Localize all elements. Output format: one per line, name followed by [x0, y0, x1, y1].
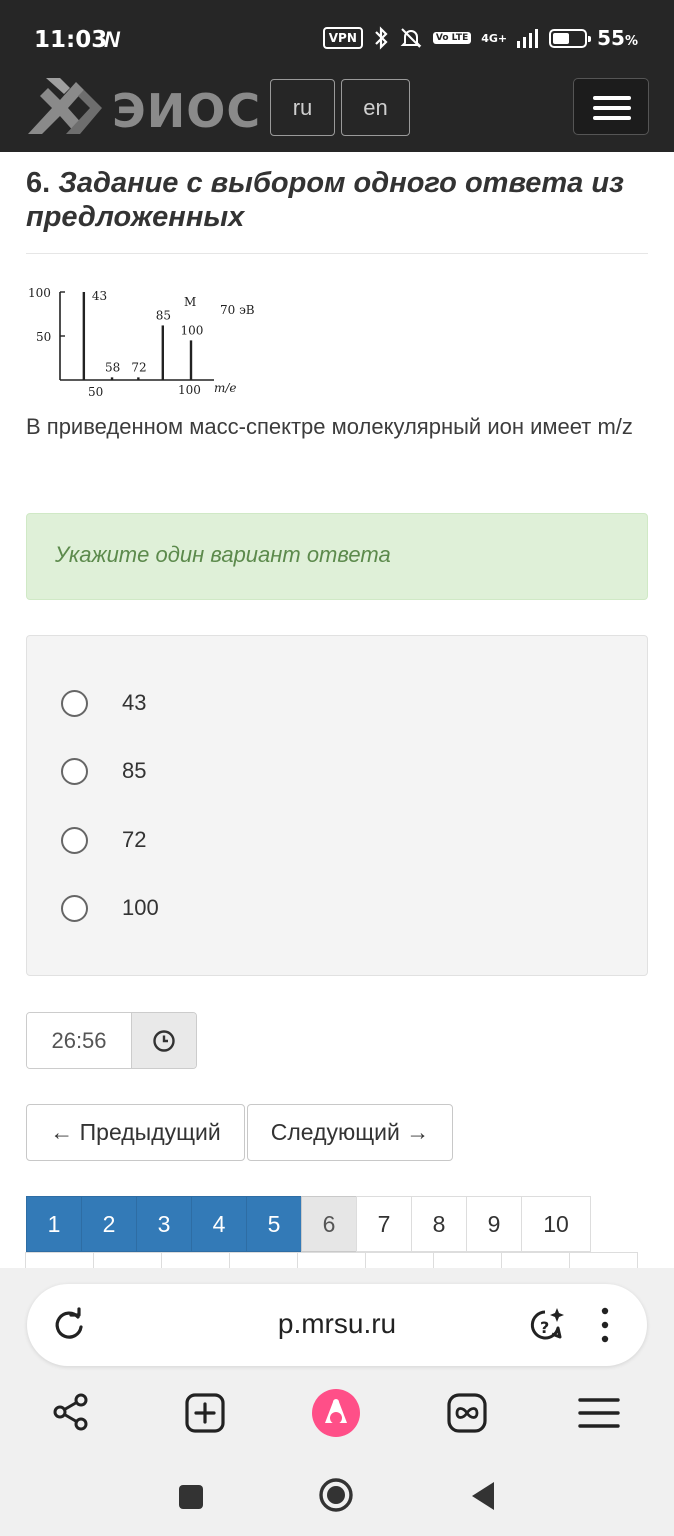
- x-tick-50: 50: [88, 385, 103, 399]
- peak-label-72: 72: [131, 360, 146, 374]
- browser-menu-icon[interactable]: [578, 1396, 620, 1430]
- menu-line: [593, 96, 631, 100]
- peak-label-43: 43: [92, 289, 107, 303]
- home-icon[interactable]: [318, 1477, 354, 1513]
- svg-text:?: ?: [540, 1318, 549, 1337]
- system-nav-bar: [0, 1456, 674, 1536]
- page-button-8[interactable]: 8: [411, 1196, 467, 1252]
- page-button-7[interactable]: 7: [356, 1196, 412, 1252]
- peak-label-85: 85: [156, 308, 171, 322]
- recent-apps-icon[interactable]: [177, 1483, 205, 1511]
- share-icon[interactable]: [51, 1392, 91, 1432]
- browser-toolbar: p.mrsu.ru ?: [0, 1268, 674, 1456]
- timer-value: 26:56: [27, 1013, 131, 1068]
- battery-percent: 55%: [597, 26, 638, 50]
- new-tab-icon[interactable]: [184, 1392, 226, 1434]
- timer: 26:56: [26, 1012, 197, 1069]
- alice-assistant-icon[interactable]: [311, 1388, 361, 1438]
- answer-option[interactable]: 72: [61, 820, 146, 860]
- peak-label-100: 100: [181, 323, 204, 337]
- bluetooth-icon: [375, 26, 388, 50]
- question-pagination: 1 2 3 4 5 6 7 8 9 10: [26, 1196, 591, 1252]
- ai-chat-icon[interactable]: ?: [527, 1306, 567, 1346]
- status-icons: VPN Vo LTE 4G+ 55%: [322, 26, 638, 50]
- clock-button[interactable]: [131, 1013, 196, 1068]
- question-text: В приведенном масс-спектре молекулярный …: [26, 414, 633, 439]
- answer-option[interactable]: 43: [61, 683, 146, 723]
- mass-spectrum-image: 100 50 50 100 m/e 70 эВ M 43 58 72 85 100: [28, 286, 255, 399]
- page-button-4[interactable]: 4: [191, 1196, 247, 1252]
- answer-label: 72: [122, 827, 147, 852]
- tabs-infinity-icon[interactable]: [446, 1392, 488, 1434]
- answer-hint: Укажите один вариант ответа: [26, 513, 648, 600]
- address-bar[interactable]: p.mrsu.ru ?: [27, 1284, 647, 1366]
- eios-logo-icon: [28, 78, 102, 134]
- app-header: 11:03 N VPN Vo LTE 4G+ 55% ЭИОС ru en: [0, 0, 674, 152]
- signal-icon: [517, 29, 539, 48]
- page-button-3[interactable]: 3: [136, 1196, 192, 1252]
- page-button-1[interactable]: 1: [26, 1196, 82, 1252]
- volte-icon: Vo LTE: [432, 32, 472, 44]
- status-time: 11:03: [34, 27, 108, 53]
- brand-name: ЭИОС: [112, 84, 262, 138]
- nfc-icon: N: [104, 27, 120, 52]
- answer-option[interactable]: 100: [61, 888, 159, 928]
- hamburger-menu-button[interactable]: [573, 78, 649, 135]
- page-button-2[interactable]: 2: [81, 1196, 137, 1252]
- answer-option[interactable]: 85: [61, 751, 146, 791]
- more-options-icon[interactable]: [597, 1306, 613, 1344]
- answer-label: 100: [122, 895, 159, 920]
- answer-options: 43 85 72 100: [26, 635, 648, 976]
- menu-line: [593, 106, 631, 110]
- answer-label: 85: [122, 758, 147, 783]
- radio-button[interactable]: [61, 689, 88, 717]
- page-button-6[interactable]: 6: [301, 1196, 357, 1252]
- network-type: 4G+: [481, 31, 508, 45]
- status-bar: 11:03 N VPN Vo LTE 4G+ 55%: [0, 0, 674, 80]
- energy-label: 70 эВ: [220, 303, 255, 317]
- language-ru-button[interactable]: ru: [270, 79, 335, 136]
- x-tick-100: 100: [178, 383, 201, 397]
- battery-icon: [549, 28, 592, 48]
- menu-line: [593, 116, 631, 120]
- clock-icon: [153, 1029, 175, 1052]
- question-type: Задание с выбором одного ответа из предл…: [26, 167, 624, 233]
- divider: [26, 253, 648, 254]
- radio-button[interactable]: [61, 757, 88, 785]
- page-button-9[interactable]: 9: [466, 1196, 522, 1252]
- language-en-button[interactable]: en: [341, 79, 410, 136]
- peak-label-58: 58: [105, 360, 120, 374]
- previous-button[interactable]: ← Предыдущий: [26, 1104, 245, 1161]
- molecular-ion-marker: M: [184, 295, 196, 309]
- page-button-5[interactable]: 5: [246, 1196, 302, 1252]
- answer-label: 43: [122, 690, 147, 715]
- y-tick-50: 50: [36, 330, 51, 344]
- radio-button[interactable]: [61, 894, 88, 922]
- radio-button[interactable]: [61, 826, 88, 854]
- back-icon[interactable]: [468, 1480, 498, 1512]
- y-tick-100: 100: [28, 286, 51, 300]
- vpn-icon: VPN: [322, 27, 363, 49]
- next-button[interactable]: Следующий →: [247, 1104, 453, 1161]
- question-number: 6.: [26, 167, 51, 199]
- x-axis-unit: m/e: [214, 381, 237, 395]
- mute-bell-icon: [400, 28, 422, 48]
- question-title: 6. Задание с выбором одного ответа из пр…: [26, 166, 648, 234]
- page-button-10[interactable]: 10: [521, 1196, 591, 1252]
